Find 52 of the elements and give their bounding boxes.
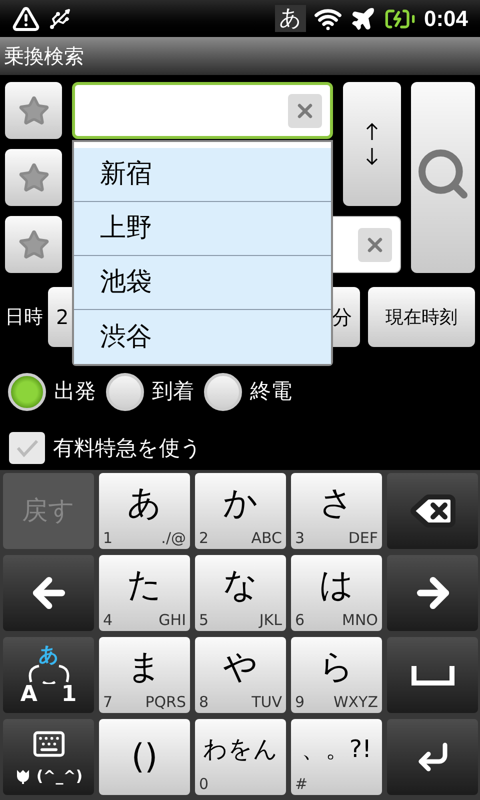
radio-button[interactable] (106, 372, 144, 410)
station-field[interactable] (72, 82, 333, 139)
kana-key[interactable]: 、。?! # (291, 719, 382, 795)
kana-key[interactable]: な 5 JKL (195, 555, 286, 631)
radio-label: 出発 (54, 378, 96, 405)
radio-button[interactable] (8, 372, 46, 410)
checkbox[interactable] (9, 432, 45, 464)
input-method-indicator: あ (274, 4, 306, 32)
suggestion-item[interactable]: 渋谷 (74, 310, 331, 364)
clock: 0:04 (424, 5, 468, 33)
kana-key[interactable]: () (99, 719, 190, 795)
usb-icon (48, 6, 72, 30)
current-time-button[interactable]: 現在時刻 (368, 287, 475, 347)
right-arrow-key[interactable] (387, 555, 478, 631)
clear-button[interactable] (288, 94, 322, 128)
radio-label: 終電 (250, 378, 292, 405)
favorite-button[interactable] (5, 216, 62, 273)
airplane-icon (350, 6, 376, 32)
space-key[interactable] (387, 637, 478, 713)
date-label: 日時 (5, 304, 44, 330)
suggestion-item[interactable]: 新宿 (74, 148, 331, 202)
radio-label: 到着 (152, 378, 194, 405)
kana-key[interactable]: た 4 GHI (99, 555, 190, 631)
search-button[interactable] (411, 82, 475, 273)
radio-button[interactable] (204, 372, 242, 410)
favorite-button[interactable] (5, 149, 62, 206)
space-icon (410, 664, 454, 686)
checkbox-label: 有料特急を使う (53, 434, 202, 462)
left-arrow-key[interactable] (3, 555, 94, 631)
star-icon (18, 228, 50, 260)
backspace-key[interactable] (387, 473, 478, 549)
kana-key[interactable]: は 6 MNO (291, 555, 382, 631)
checkmark-icon (15, 438, 39, 458)
kana-key[interactable]: あ 1 ./@ (99, 473, 190, 549)
suggestion-item[interactable]: 上野 (74, 202, 331, 256)
keyboard-emoji-key[interactable]: (^_^) (3, 719, 94, 795)
swap-arrows-icon (365, 122, 379, 166)
enter-key[interactable] (387, 719, 478, 795)
star-icon (18, 162, 50, 194)
kana-key[interactable]: ら 9 WXYZ (291, 637, 382, 713)
favorite-button[interactable] (5, 82, 62, 139)
star-icon (18, 94, 50, 126)
kana-key[interactable]: ま 7 PQRS (99, 637, 190, 713)
input-mode-key[interactable]: あ A 1 (3, 637, 94, 713)
kana-key[interactable]: や 8 TUV (195, 637, 286, 713)
suggestion-item[interactable]: 池袋 (74, 256, 331, 310)
clear-button[interactable] (358, 228, 392, 262)
kana-key[interactable]: さ 3 DEF (291, 473, 382, 549)
kana-key[interactable]: わをん 0 (195, 719, 286, 795)
kana-key[interactable]: か 2 ABC (195, 473, 286, 549)
window-title: 乗換検索 (4, 43, 84, 70)
warning-icon (12, 4, 40, 32)
